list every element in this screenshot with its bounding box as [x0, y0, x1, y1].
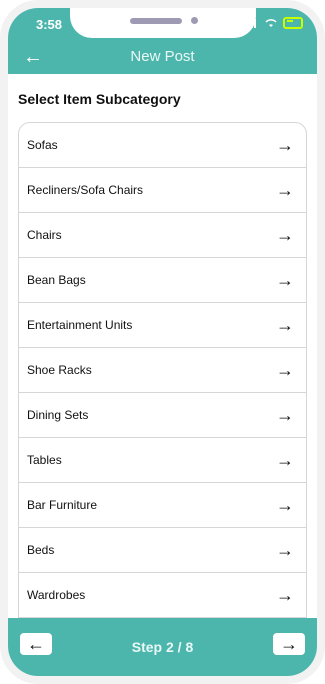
list-item-label: Bean Bags — [27, 273, 86, 287]
arrow-right-icon: → — [276, 584, 294, 605]
arrow-right-icon: → — [276, 359, 294, 380]
arrow-right-icon: → — [276, 449, 294, 470]
arrow-right-icon: → — [276, 404, 294, 425]
list-item-label: Recliners/Sofa Chairs — [27, 183, 144, 197]
screen: 3:58 ← New Post Select Item Subcategory — [8, 8, 317, 676]
list-item-label: Shoe Racks — [27, 363, 92, 377]
arrow-right-icon: → — [276, 494, 294, 515]
arrow-right-icon: → — [276, 224, 294, 245]
list-item-tables[interactable]: Tables → — [19, 438, 306, 483]
list-item-sofas[interactable]: Sofas → — [19, 123, 306, 168]
list-item-label: Tables — [27, 453, 62, 467]
page-title: New Post — [130, 48, 195, 65]
list-item-label: Dining Sets — [27, 408, 89, 422]
step-footer: ← Step 2 / 8 → — [8, 618, 317, 676]
status-time: 3:58 — [36, 17, 63, 32]
list-item-label: Entertainment Units — [27, 318, 133, 332]
wifi-icon — [265, 19, 277, 27]
list-item-label: Sofas — [27, 138, 58, 152]
arrow-right-icon: → — [276, 134, 294, 155]
list-item-dining-sets[interactable]: Dining Sets → — [19, 393, 306, 438]
battery-icon — [283, 17, 303, 29]
subcategory-list: Sofas → Recliners/Sofa Chairs → Chairs →… — [18, 122, 307, 632]
status-icons — [245, 17, 303, 29]
arrow-right-icon: → — [276, 269, 294, 290]
arrow-right-icon: → — [276, 539, 294, 560]
list-item-bar-furniture[interactable]: Bar Furniture → — [19, 483, 306, 528]
status-bar: 3:58 — [8, 8, 317, 38]
next-step-button[interactable]: → — [273, 633, 305, 655]
arrow-right-icon: → — [276, 314, 294, 335]
arrow-right-icon: → — [276, 179, 294, 200]
arrow-right-icon: → — [280, 633, 298, 654]
section-title: Select Item Subcategory — [18, 91, 181, 107]
phone-frame: 3:58 ← New Post Select Item Subcategory — [0, 0, 325, 684]
list-item-label: Beds — [27, 543, 55, 557]
list-item-bean-bags[interactable]: Bean Bags → — [19, 258, 306, 303]
list-item-beds[interactable]: Beds → — [19, 528, 306, 573]
signal-icon — [245, 18, 259, 28]
arrow-left-icon: ← — [27, 633, 45, 654]
list-item-label: Chairs — [27, 228, 62, 242]
list-item-label: Bar Furniture — [27, 498, 98, 512]
list-item-wardrobes[interactable]: Wardrobes → — [19, 573, 306, 618]
list-item-recliners-sofa-chairs[interactable]: Recliners/Sofa Chairs → — [19, 168, 306, 213]
list-item-entertainment-units[interactable]: Entertainment Units → — [19, 303, 306, 348]
step-indicator: Step 2 / 8 — [131, 639, 194, 655]
app-bar: 3:58 ← New Post — [8, 8, 317, 74]
list-item-shoe-racks[interactable]: Shoe Racks → — [19, 348, 306, 393]
list-item-label: Wardrobes — [27, 588, 86, 602]
previous-step-button[interactable]: ← — [20, 633, 52, 655]
list-item-chairs[interactable]: Chairs → — [19, 213, 306, 258]
